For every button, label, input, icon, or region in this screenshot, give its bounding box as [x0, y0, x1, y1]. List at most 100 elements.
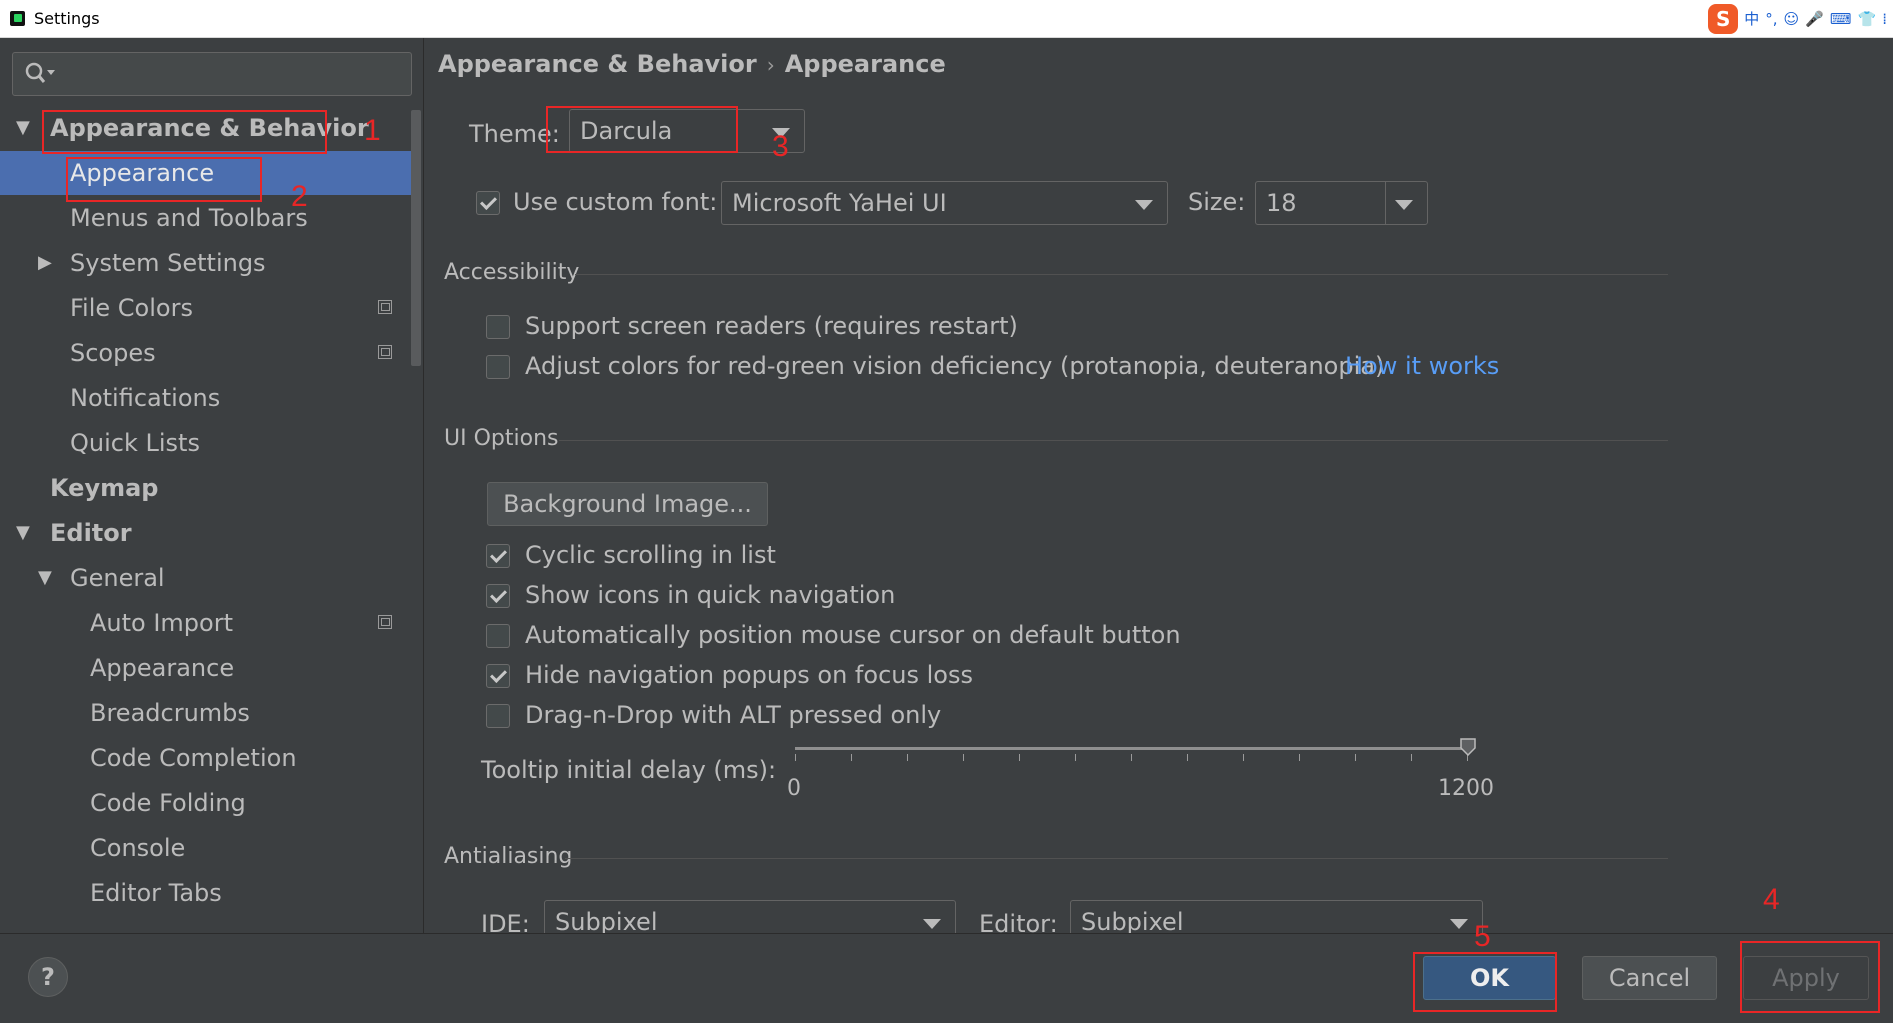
hide-popups-checkbox[interactable] [486, 664, 510, 688]
drag-n-drop-checkbox[interactable] [486, 704, 510, 728]
tree-item-keymap[interactable]: Keymap [0, 466, 412, 510]
search-icon [25, 62, 55, 83]
chevron-down-icon [923, 919, 941, 929]
auto-position-cursor-checkbox[interactable] [486, 624, 510, 648]
slider-tick [1187, 754, 1188, 761]
cyclic-scrolling-checkbox[interactable] [486, 544, 510, 568]
tree-item-code-folding[interactable]: Code Folding [0, 781, 412, 825]
tree-item-console[interactable]: Console [0, 826, 412, 870]
slider-min-label: 0 [787, 776, 801, 801]
ui-options-header: UI Options [444, 426, 559, 451]
slider-tick [795, 754, 796, 761]
chevron-down-icon [1450, 919, 1468, 929]
tree-item-scopes[interactable]: Scopes [0, 331, 412, 375]
chevron-down-icon [1135, 200, 1153, 210]
slider-tick [1131, 754, 1132, 761]
slider-tick [1075, 754, 1076, 761]
annotation-box-3 [546, 106, 738, 153]
tree-item-editor[interactable]: ▼ Editor [0, 511, 412, 555]
project-level-icon [378, 300, 392, 314]
tree-item-menus-toolbars[interactable]: Menus and Toolbars [0, 196, 412, 240]
tree-item-code-completion[interactable]: Code Completion [0, 736, 412, 780]
tooltip-delay-label: Tooltip initial delay (ms): [481, 756, 777, 784]
breadcrumb-parent[interactable]: Appearance & Behavior [438, 50, 757, 78]
annotation-box-4 [1740, 941, 1880, 1013]
tree-item-general[interactable]: ▼ General [0, 556, 412, 600]
background-image-button[interactable]: Background Image... [487, 482, 768, 526]
cyclic-scrolling-label: Cyclic scrolling in list [525, 541, 776, 569]
pycharm-app-icon [10, 11, 25, 26]
chinese-mode-icon[interactable]: 中 [1744, 8, 1759, 29]
window-titlebar: Settings S 中 °, ☺ 🎤 ⌨ 👕 ⁞ [0, 0, 1893, 38]
expanded-arrow-icon[interactable]: ▼ [16, 511, 36, 555]
microphone-icon[interactable]: 🎤 [1805, 10, 1824, 28]
show-icons-label: Show icons in quick navigation [525, 581, 896, 609]
slider-tick [1243, 754, 1244, 761]
annotation-number-3: 3 [772, 130, 789, 163]
tree-item-notifications[interactable]: Notifications [0, 376, 412, 420]
tree-item-quick-lists[interactable]: Quick Lists [0, 421, 412, 465]
color-adjust-label: Adjust colors for red-green vision defic… [525, 352, 1385, 380]
skin-icon[interactable]: 👕 [1858, 10, 1877, 28]
annotation-number-4: 4 [1763, 883, 1780, 916]
custom-font-label: Use custom font: [513, 188, 718, 216]
slider-max-label: 1200 [1438, 776, 1494, 801]
emoji-icon[interactable]: ☺ [1784, 10, 1800, 28]
breadcrumb-separator: › [766, 53, 775, 77]
tree-item-editor-tabs[interactable]: Editor Tabs [0, 871, 412, 915]
settings-dialog: ▼ Appearance & Behavior Appearance Menus… [0, 38, 1893, 1023]
font-size-label: Size: [1188, 188, 1246, 216]
slider-tick [907, 754, 908, 761]
punctuation-icon[interactable]: °, [1765, 10, 1777, 28]
tree-item-system-settings[interactable]: ▶ System Settings [0, 241, 412, 285]
how-it-works-link[interactable]: How it works [1345, 352, 1499, 380]
settings-content: Appearance & Behavior › Appearance Theme: … [424, 38, 1893, 944]
font-size-combo[interactable]: 18 [1255, 181, 1428, 225]
tree-item-file-colors[interactable]: File Colors [0, 286, 412, 330]
slider-tick [963, 754, 964, 761]
slider-tick [1019, 754, 1020, 761]
accessibility-header: Accessibility [444, 260, 580, 285]
cancel-button[interactable]: Cancel [1582, 956, 1717, 1000]
custom-font-checkbox[interactable] [476, 191, 500, 215]
search-field[interactable] [12, 52, 412, 96]
project-level-icon [378, 615, 392, 629]
collapsed-arrow-icon[interactable]: ▶ [38, 241, 58, 285]
slider-tick [1299, 754, 1300, 761]
slider-tick [1355, 754, 1356, 761]
hide-popups-label: Hide navigation popups on focus loss [525, 661, 973, 689]
expanded-arrow-icon[interactable]: ▼ [16, 106, 36, 150]
antialiasing-header: Antialiasing [444, 844, 573, 869]
slider-tick [851, 754, 852, 761]
project-level-icon [378, 345, 392, 359]
sogou-logo-icon[interactable]: S [1708, 3, 1739, 34]
dialog-footer: ? OK Cancel Apply [0, 933, 1893, 1023]
ime-tray: S 中 °, ☺ 🎤 ⌨ 👕 ⁞ [1653, 0, 1893, 37]
chevron-down-icon [1395, 200, 1413, 210]
help-button[interactable]: ? [28, 957, 68, 997]
show-icons-checkbox[interactable] [486, 584, 510, 608]
annotation-box-2 [66, 157, 262, 202]
slider-tick [1411, 754, 1412, 761]
tree-item-auto-import[interactable]: Auto Import [0, 601, 412, 645]
annotation-box-1 [42, 110, 327, 154]
sidebar-scrollbar[interactable] [411, 110, 421, 366]
keyboard-icon[interactable]: ⌨ [1830, 10, 1852, 28]
color-adjust-checkbox[interactable] [486, 355, 510, 379]
expanded-arrow-icon[interactable]: ▼ [38, 556, 58, 600]
tree-item-breadcrumbs[interactable]: Breadcrumbs [0, 691, 412, 735]
slider-thumb[interactable] [1460, 738, 1476, 756]
more-icon[interactable]: ⁞ [1882, 10, 1887, 28]
auto-position-cursor-label: Automatically position mouse cursor on d… [525, 621, 1181, 649]
annotation-number-1: 1 [364, 114, 381, 147]
annotation-number-2: 2 [291, 180, 308, 213]
font-dropdown[interactable]: Microsoft YaHei UI [721, 181, 1168, 225]
screen-readers-label: Support screen readers (requires restart… [525, 312, 1018, 340]
drag-n-drop-label: Drag-n-Drop with ALT pressed only [525, 701, 942, 729]
screen-readers-checkbox[interactable] [486, 315, 510, 339]
window-title: Settings [34, 9, 100, 28]
tree-item-editor-appearance[interactable]: Appearance [0, 646, 412, 690]
annotation-number-5: 5 [1474, 920, 1491, 953]
breadcrumb: Appearance & Behavior › Appearance [438, 50, 946, 78]
annotation-box-5 [1413, 952, 1557, 1012]
